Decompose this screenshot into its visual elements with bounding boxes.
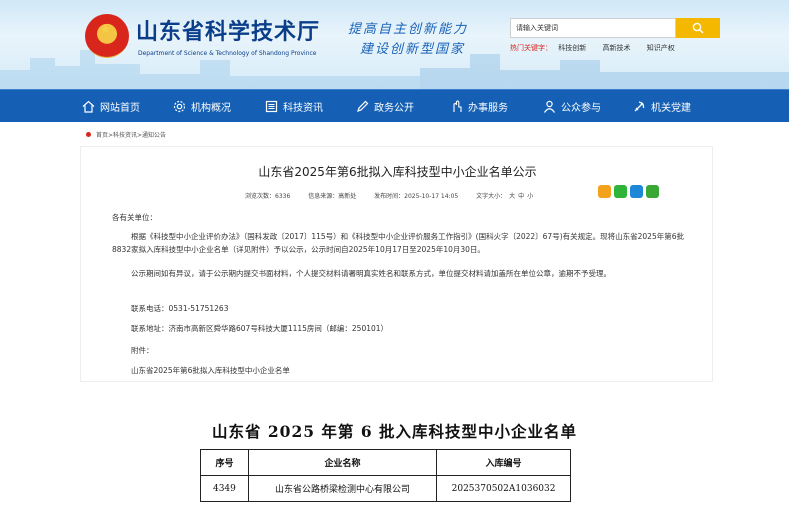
- nav-item-label: 政务公开: [374, 103, 414, 114]
- attachment-label: 附件：: [131, 346, 154, 355]
- nav-item-party-building[interactable]: 机关党建: [633, 90, 691, 123]
- breadcrumb: 首页>科技资讯>通知公告: [86, 130, 166, 139]
- scan-title: 山东省 2025 年第 6 批入库科技型中小企业名单: [211, 422, 577, 441]
- contact-phone: 联系电话：0531-51751263: [131, 304, 229, 313]
- breadcrumb-text[interactable]: 首页>科技资讯>通知公告: [96, 130, 166, 139]
- nav-item-services[interactable]: 办事服务: [450, 90, 508, 123]
- info-source: 信息来源：高新处: [308, 193, 357, 200]
- table-row: 4349 山东省公路桥梁检测中心有限公司 2025370502A1036032: [200, 475, 571, 502]
- news-icon: [265, 100, 278, 113]
- gear-icon: [173, 100, 186, 113]
- view-count: 浏览次数：6336: [245, 193, 291, 200]
- column-header-name: 企业名称: [247, 449, 438, 476]
- nav-item-organization[interactable]: 机构概况: [173, 90, 231, 123]
- table-header-row: 序号 企业名称 入库编号: [200, 449, 571, 476]
- party-emblem-icon: [634, 101, 645, 112]
- article-meta: 浏览次数：6336 信息来源：高新处 发布时间：2025-10-17 14:05…: [245, 191, 536, 200]
- attachment-link[interactable]: 山东省2025年第6批拟入库科技型中小企业名单: [131, 364, 290, 377]
- publish-time: 发布时间：2025-10-17 14:05: [374, 193, 459, 200]
- qzone-share-icon[interactable]: [630, 185, 643, 198]
- search-button[interactable]: [676, 18, 720, 38]
- font-size-label: 文字大小：: [476, 193, 507, 200]
- slogan-line2: 建设创新型国家: [360, 42, 466, 57]
- article-paragraph-1: 根据《科技型中小企业评价办法》（国科发政〔2017〕115号）和《科技型中小企业…: [112, 232, 684, 254]
- hot-keywords: 热门关键字： 科技创新 高新技术 知识产权: [510, 43, 689, 53]
- cell-code: 2025370502A1036032: [436, 475, 571, 502]
- nav-item-label: 公众参与: [561, 103, 601, 114]
- hand-icon: [453, 100, 462, 112]
- hot-keyword-link[interactable]: 高新技术: [602, 44, 630, 52]
- breadcrumb-marker-icon: [86, 132, 91, 137]
- column-header-index: 序号: [200, 449, 249, 476]
- main-nav: 网站首页 机构概况 科技资讯 政务公开 办事服务 公众参与 机关党建: [0, 89, 789, 122]
- nav-item-public-participation[interactable]: 公众参与: [543, 90, 601, 123]
- nav-item-label: 机关党建: [651, 103, 691, 114]
- nav-item-home[interactable]: 网站首页: [82, 90, 140, 123]
- header-banner: ★ 山东省科学技术厅 Department of Science & Techn…: [0, 0, 789, 89]
- font-size-large[interactable]: 大: [509, 193, 515, 200]
- font-size-medium[interactable]: 中: [518, 193, 524, 200]
- article-title: 山东省2025年第6批拟入库科技型中小企业名单公示: [258, 165, 537, 179]
- wechat-share-icon[interactable]: [614, 185, 627, 198]
- contact-address: 联系地址：济南市高新区舜华路607号科技大厦1115房间（邮编：250101）: [131, 324, 389, 333]
- site-title[interactable]: 山东省科学技术厅: [136, 14, 320, 46]
- hot-keyword-link[interactable]: 科技创新: [558, 44, 586, 52]
- slogan-line1: 提高自主创新能力: [348, 22, 469, 37]
- home-icon: [82, 100, 95, 113]
- hot-keyword-link[interactable]: 知识产权: [647, 44, 675, 52]
- douban-share-icon[interactable]: [646, 185, 659, 198]
- pen-icon: [357, 100, 369, 112]
- column-header-code: 入库编号: [436, 449, 571, 476]
- cell-name: 山东省公路桥梁检测中心有限公司: [247, 475, 438, 502]
- nav-item-label: 科技资讯: [283, 103, 323, 114]
- search-icon: [692, 22, 704, 34]
- share-bar: [598, 185, 662, 198]
- font-size-small[interactable]: 小: [527, 193, 533, 200]
- article-paragraph-2: 公示期间如有异议，请于公示期内提交书面材料，个人提交材料请署明真实姓名和联系方式…: [131, 269, 611, 278]
- nav-item-label: 办事服务: [468, 103, 508, 114]
- nav-item-news[interactable]: 科技资讯: [265, 90, 323, 123]
- weibo-share-icon[interactable]: [598, 185, 611, 198]
- nav-item-label: 机构概况: [191, 103, 231, 114]
- site-subtitle: Department of Science & Technology of Sh…: [138, 50, 317, 57]
- salutation: 各有关单位：: [112, 213, 157, 222]
- hot-keywords-label: 热门关键字：: [510, 44, 552, 52]
- nav-item-label: 网站首页: [100, 103, 140, 114]
- cell-index: 4349: [200, 475, 249, 502]
- nav-item-gov-affairs[interactable]: 政务公开: [356, 90, 414, 123]
- enterprise-table: 序号 企业名称 入库编号 4349 山东省公路桥梁检测中心有限公司 202537…: [200, 449, 571, 502]
- search-input[interactable]: 请输入关键词: [510, 18, 676, 38]
- national-emblem: ★: [85, 14, 129, 58]
- user-icon: [544, 100, 555, 113]
